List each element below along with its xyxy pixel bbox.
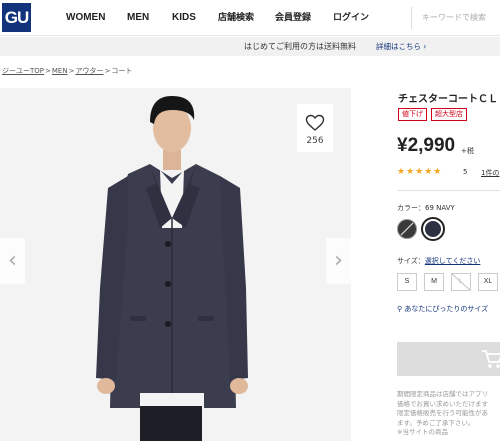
tax-label: +税: [461, 147, 474, 155]
rating-stars: ★★★★★: [397, 167, 443, 177]
breadcrumb-men[interactable]: MEN: [52, 67, 68, 75]
size-s-button[interactable]: S: [397, 273, 417, 291]
product-title: チェスターコートＣＬ: [398, 94, 498, 105]
notice-line: 価格でお買い求めいただけます: [397, 399, 488, 408]
banner-details-link[interactable]: 詳細はこちら ›: [376, 37, 426, 56]
search-input[interactable]: キーワードで検索: [411, 7, 500, 29]
price-down-badge: 値下げ: [398, 108, 427, 121]
nav-login[interactable]: ログイン: [333, 0, 369, 36]
size-m-button[interactable]: M: [424, 273, 444, 291]
notice-line: ※当サイトの商品: [397, 428, 448, 436]
large-store-badge: 超大型店: [431, 108, 467, 121]
size-label-text: サイズ：: [397, 257, 425, 265]
breadcrumb-current: コート: [111, 67, 133, 75]
cart-icon: [482, 350, 500, 368]
size-label: サイズ：選択してください: [397, 256, 480, 266]
navy-swatch-fill: [425, 221, 441, 237]
notice-line: 限定価格販売を行う可能性があ: [397, 409, 488, 417]
color-swatch-navy-selected[interactable]: [421, 217, 445, 241]
review-count-link[interactable]: 1件の: [481, 168, 499, 178]
nav-women[interactable]: WOMEN: [66, 0, 105, 36]
prev-image-arrow[interactable]: ‹: [0, 238, 25, 284]
breadcrumb: ジーユーTOP>MEN>アウター>コート: [2, 67, 133, 75]
product-price: ¥2,990: [397, 135, 456, 156]
shipping-banner: はじめてご利用の方は送料無料 詳細はこちら ›: [0, 37, 500, 56]
favorite-count: 256: [306, 136, 324, 146]
next-image-arrow[interactable]: ›: [326, 238, 351, 284]
notice-line: 期間限定商品は店舗ではアプリ: [397, 390, 488, 398]
limited-price-notice: 期間限定商品は店舗ではアプリ 価格でお買い求めいただけます 限定価格販売を行う可…: [397, 390, 500, 438]
color-label: カラー：69 NAVY: [397, 204, 455, 212]
notice-line: ます。予めご了承下さい。: [397, 418, 475, 427]
size-select-link[interactable]: 選択してください: [425, 257, 481, 265]
nav-men[interactable]: MEN: [127, 0, 149, 36]
size-fit-link-text: あなたにぴったりのサイズ: [404, 305, 489, 313]
product-image-area: ‹ › 256: [0, 88, 351, 441]
rating-value: 5: [463, 168, 468, 176]
slash-icon: [400, 222, 414, 236]
color-swatch-charcoal[interactable]: [397, 219, 417, 239]
nav-kids[interactable]: KIDS: [172, 0, 196, 36]
gu-logo[interactable]: GU: [2, 3, 31, 32]
add-to-cart-button[interactable]: [397, 342, 500, 376]
site-header: GU WOMEN MEN KIDS 店舗検索 会員登録 ログイン キーワードで検…: [0, 0, 500, 36]
nav-store-search[interactable]: 店舗検索: [218, 0, 254, 36]
size-xl-button[interactable]: XL: [478, 273, 498, 291]
breadcrumb-outer[interactable]: アウター: [75, 67, 103, 75]
heart-icon: [305, 114, 325, 131]
divider: [397, 190, 500, 191]
size-fit-link[interactable]: ⚲ あなたにぴったりのサイズ: [397, 304, 488, 314]
favorite-button[interactable]: 256: [297, 104, 333, 152]
banner-text: はじめてご利用の方は送料無料: [244, 42, 356, 51]
breadcrumb-top[interactable]: ジーユーTOP: [2, 67, 44, 75]
nav-register[interactable]: 会員登録: [275, 0, 311, 36]
size-l-button[interactable]: L: [451, 273, 471, 291]
